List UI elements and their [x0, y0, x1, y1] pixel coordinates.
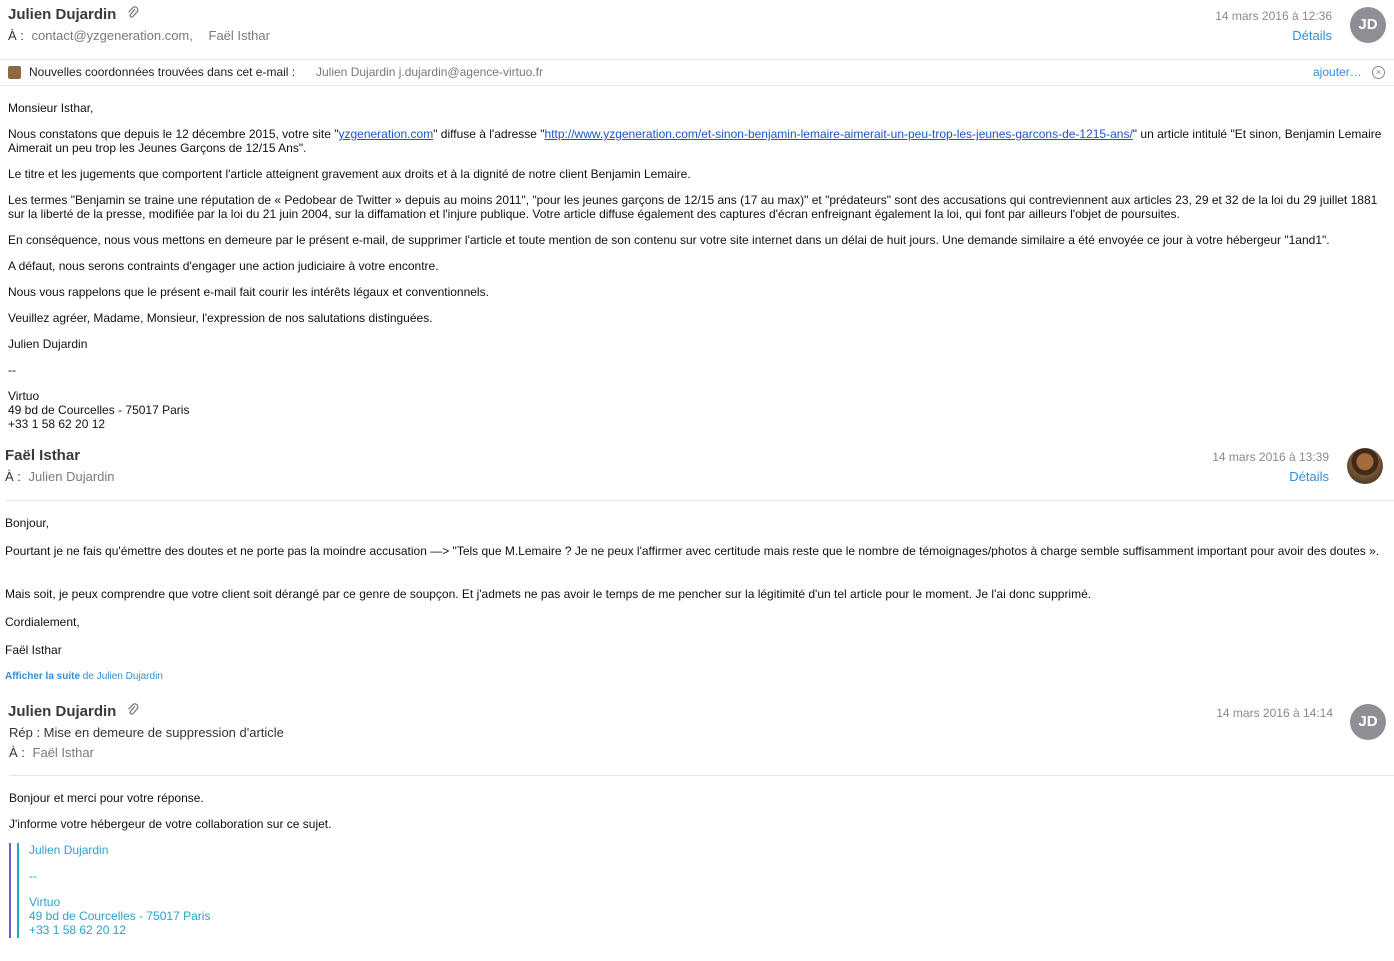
- to-label: À :: [5, 469, 21, 484]
- paragraph: Bonjour et merci pour votre réponse.: [9, 791, 204, 805]
- divider: [9, 775, 1394, 776]
- paragraph: Pourtant je ne fais qu'émettre des doute…: [5, 544, 1380, 558]
- contacts-book-icon: [8, 66, 21, 79]
- avatar: JD: [1350, 7, 1386, 43]
- show-more-link[interactable]: Afficher la suite de Julien Dujardin: [5, 671, 163, 682]
- recipient[interactable]: Julien Dujardin: [29, 469, 115, 484]
- sender-name[interactable]: Faël Isthar: [5, 447, 80, 464]
- signature-name: Julien Dujardin: [8, 337, 88, 351]
- subject: Rép : Mise en demeure de suppression d'a…: [9, 725, 284, 740]
- paragraph: Le titre et les jugements que comportent…: [8, 167, 691, 181]
- divider: [5, 500, 1394, 501]
- show-more-author[interactable]: de Julien Dujardin: [80, 671, 163, 682]
- to-row: À : Faël Isthar: [9, 745, 94, 760]
- closing: Cordialement,: [5, 615, 80, 629]
- to-label: À :: [9, 745, 25, 760]
- paragraph: A défaut, nous serons contraints d'engag…: [8, 259, 439, 273]
- sender-name[interactable]: Julien Dujardin: [8, 703, 116, 720]
- details-link[interactable]: Détails: [1292, 28, 1332, 43]
- close-icon[interactable]: ×: [1372, 66, 1385, 79]
- text: " diffuse à l'adresse ": [433, 127, 545, 141]
- quote-bar: [9, 843, 11, 938]
- paragraph: Nous constatons que depuis le 12 décembr…: [8, 127, 1388, 155]
- message-date: 14 mars 2016 à 13:39: [1212, 450, 1329, 464]
- paragraph: J'informe votre hébergeur de votre colla…: [9, 817, 332, 831]
- contact-suggestion-bar: Nouvelles coordonnées trouvées dans cet …: [8, 65, 1388, 81]
- divider: [0, 85, 1394, 86]
- signature-phone: +33 1 58 62 20 12: [8, 417, 106, 431]
- show-more-label[interactable]: Afficher la suite: [5, 671, 80, 682]
- quoted-address: 49 bd de Courcelles - 75017 Paris: [29, 909, 211, 923]
- text: Nous constatons que depuis le 12 décembr…: [8, 127, 339, 141]
- avatar: JD: [1350, 704, 1386, 740]
- recipient[interactable]: Faël Isthar: [209, 28, 270, 43]
- contact-suggestion: Julien Dujardin j.dujardin@agence-virtuo…: [316, 65, 543, 79]
- message-date: 14 mars 2016 à 14:14: [1216, 706, 1333, 720]
- signature-address: 49 bd de Courcelles - 75017 Paris: [8, 403, 190, 417]
- details-link[interactable]: Détails: [1289, 469, 1329, 484]
- avatar: [1347, 448, 1383, 484]
- paragraph: En conséquence, nous vous mettons en dem…: [8, 233, 1330, 247]
- to-row: À : Julien Dujardin: [5, 469, 115, 484]
- greeting: Bonjour,: [5, 516, 50, 530]
- contact-bar-text: Nouvelles coordonnées trouvées dans cet …: [29, 65, 296, 79]
- quoted-phone: +33 1 58 62 20 12: [29, 923, 127, 937]
- paragraph: Les termes "Benjamin se traine une réput…: [8, 193, 1378, 221]
- paragraph: Veuillez agréer, Madame, Monsieur, l'exp…: [8, 311, 433, 325]
- sender-name[interactable]: Julien Dujardin: [8, 6, 116, 23]
- quoted-company: Virtuo: [29, 895, 61, 909]
- recipient[interactable]: Faël Isthar: [33, 745, 94, 760]
- paragraph: Nous vous rappelons que le présent e-mai…: [8, 285, 489, 299]
- to-row: À : contact@yzgeneration.com, Faël Istha…: [8, 28, 270, 43]
- site-link[interactable]: yzgeneration.com: [338, 127, 433, 141]
- message-date: 14 mars 2016 à 12:36: [1215, 9, 1332, 23]
- paperclip-icon: [127, 703, 139, 720]
- to-label: À :: [8, 28, 24, 43]
- signature-company: Virtuo: [8, 389, 40, 403]
- article-url-link[interactable]: http://www.yzgeneration.com/et-sinon-ben…: [545, 127, 1133, 141]
- paragraph: Mais soit, je peux comprendre que votre …: [5, 587, 1092, 601]
- quote-bar: [17, 843, 19, 938]
- signature-separator: --: [8, 363, 16, 377]
- recipient[interactable]: contact@yzgeneration.com,: [32, 28, 193, 43]
- divider: [0, 59, 1394, 60]
- add-contact-link[interactable]: ajouter…: [1313, 65, 1362, 79]
- quoted-separator: --: [29, 869, 37, 883]
- quoted-signature-name: Julien Dujardin: [29, 843, 109, 857]
- paperclip-icon: [127, 6, 139, 23]
- greeting: Monsieur Isthar,: [8, 101, 94, 115]
- signature-name: Faël Isthar: [5, 643, 62, 657]
